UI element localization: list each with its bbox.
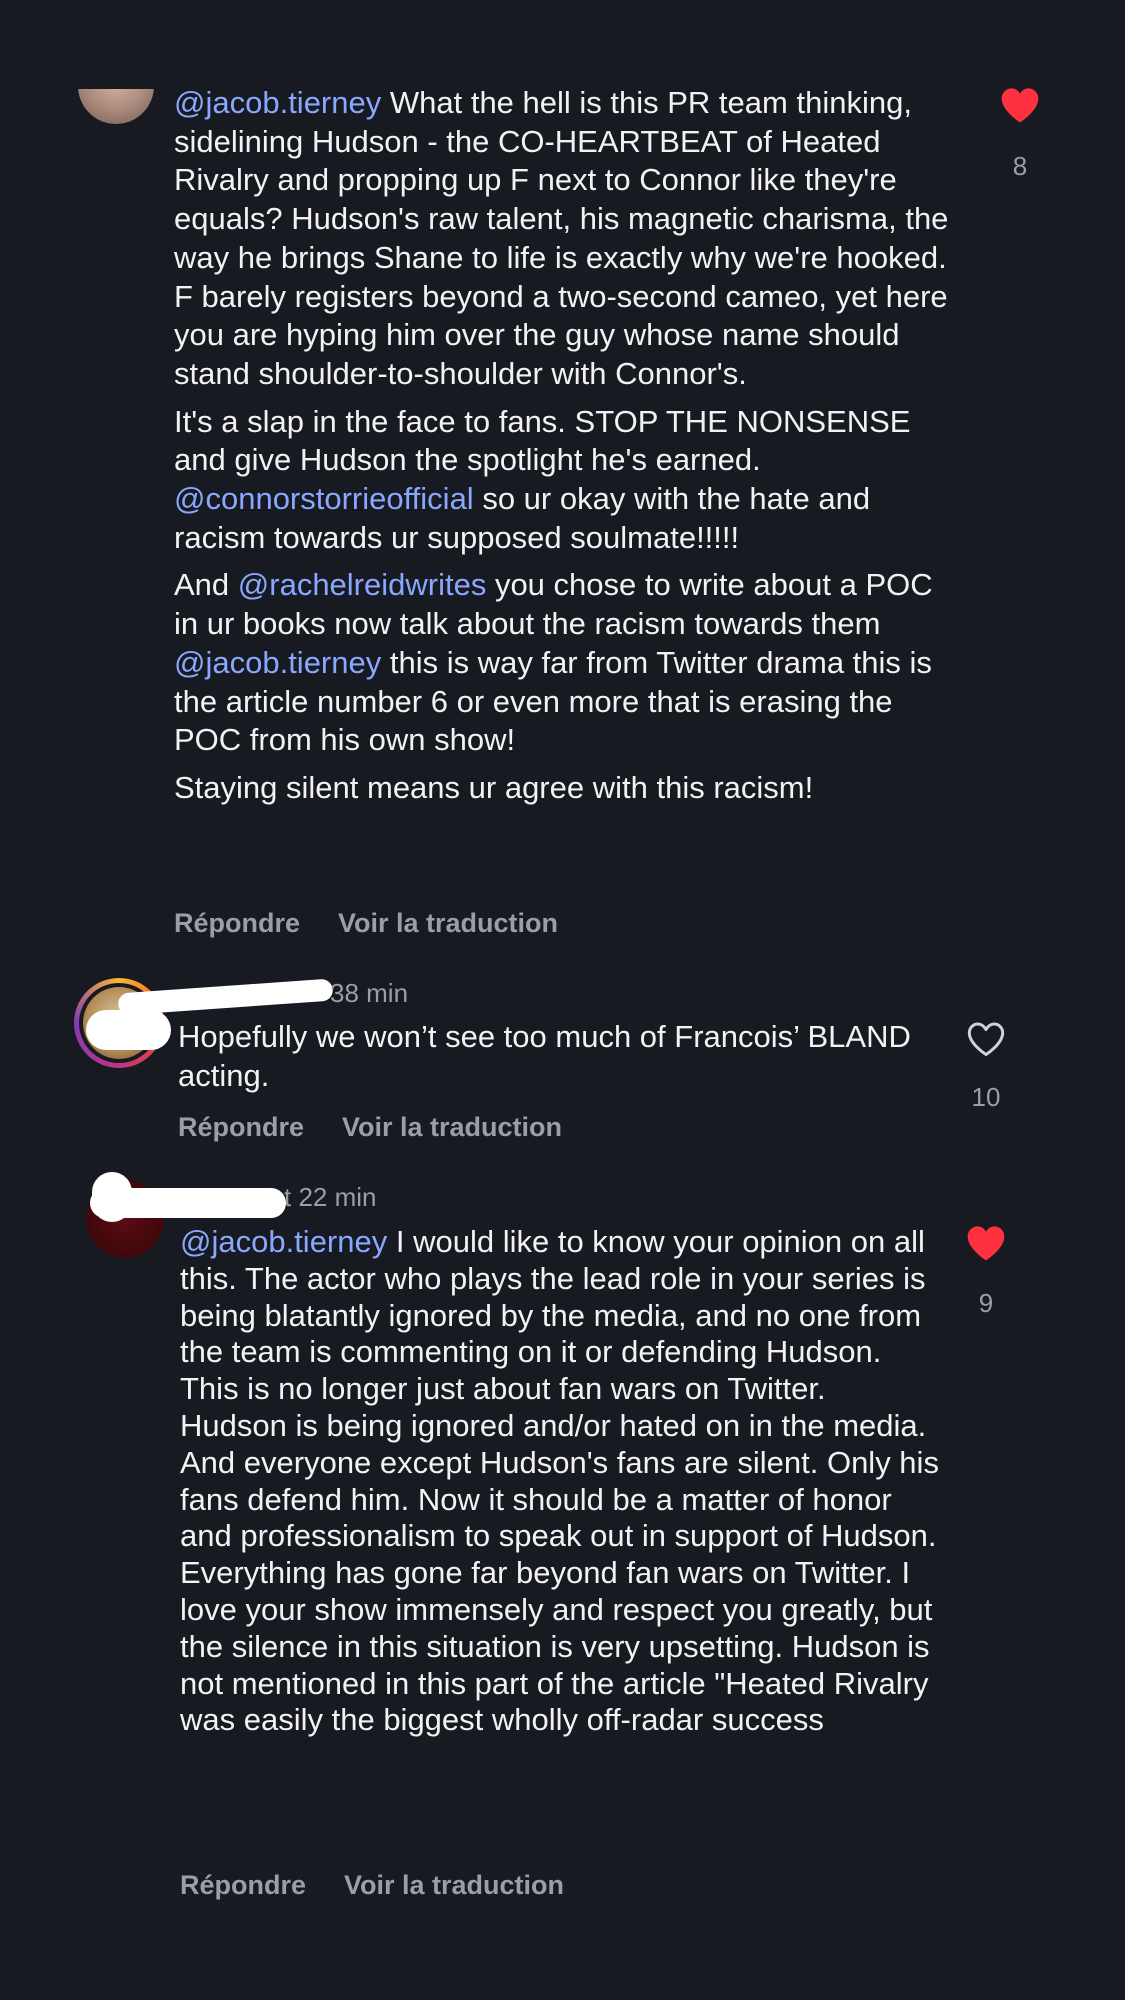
text-span: It's a slap in the face to fans. STOP TH… [174,403,911,478]
like-count: 10 [971,1082,1001,1112]
heart-filled-icon [1001,88,1039,123]
comment-text: @jacob.tierney What the hell is this PR … [174,84,964,808]
redaction-scribble [90,1188,286,1218]
timestamp: 38 min [330,978,409,1008]
reply-button[interactable]: Répondre [174,908,300,938]
comment-paragraph: Staying silent means ur agree with this … [174,769,964,808]
like-count: 9 [978,1288,994,1318]
timestamp: 22 min [298,1182,377,1212]
comment-paragraph: @jacob.tierney I would like to know your… [180,1224,940,1739]
text-span: What the hell is this PR team thinking, … [174,85,949,391]
see-translation-button[interactable]: Voir la traduction [342,1112,562,1142]
comment-paragraph: It's a slap in the face to fans. STOP TH… [174,403,964,558]
comment-paragraph: @jacob.tierney What the hell is this PR … [174,84,964,394]
comment-text: @jacob.tierney I would like to know your… [180,1224,940,1739]
like-button[interactable] [1000,86,1040,124]
reply-button[interactable]: Répondre [180,1870,306,1900]
heart-filled-icon [967,1226,1005,1261]
comment-meta: 38 min [330,978,408,1009]
heart-outline-icon [967,1022,1005,1056]
like-count: 8 [1012,151,1028,181]
mention-link[interactable]: @connorstorrieofficial [174,481,474,516]
comment-text: Hopefully we won’t see too much of Franc… [178,1018,938,1095]
comment-paragraph: And @rachelreidwrites you chose to write… [174,566,964,760]
mention-link[interactable]: @jacob.tierney [174,85,381,120]
text-span: I would like to know your opinion on all… [180,1224,939,1738]
reply-button[interactable]: Répondre [178,1112,304,1142]
mention-link[interactable]: @jacob.tierney [180,1224,387,1259]
username[interactable]: t [284,1182,291,1212]
comment-meta: t 22 min [284,1182,377,1213]
text-span: And [174,567,238,603]
redaction-scribble [86,1010,171,1050]
comment-actions: Répondre Voir la traduction [178,1112,562,1143]
avatar[interactable] [78,89,154,124]
like-button[interactable] [966,1224,1006,1262]
mention-link[interactable]: @rachelreidwrites [238,567,487,602]
text-span: Staying silent means ur agree with this … [174,769,814,805]
mention-link[interactable]: @jacob.tierney [174,645,381,680]
comment-actions: Répondre Voir la traduction [174,908,558,939]
see-translation-button[interactable]: Voir la traduction [344,1870,564,1900]
comment-paragraph: Hopefully we won’t see too much of Franc… [178,1018,938,1095]
see-translation-button[interactable]: Voir la traduction [338,908,558,938]
text-span: Hopefully we won’t see too much of Franc… [178,1019,911,1093]
like-button[interactable] [966,1020,1006,1058]
comment-actions: Répondre Voir la traduction [180,1870,564,1901]
